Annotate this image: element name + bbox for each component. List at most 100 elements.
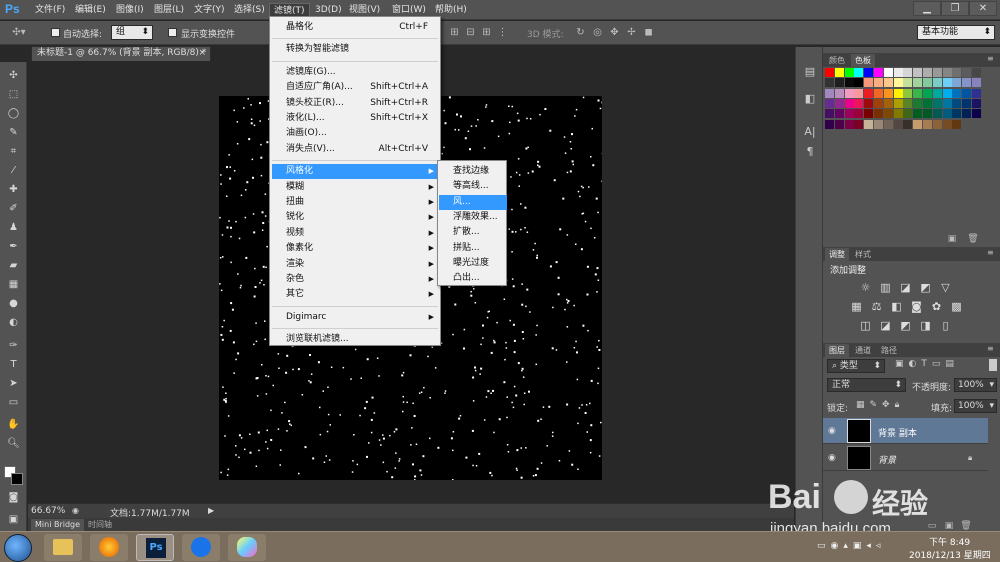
color-swatch[interactable]	[874, 119, 883, 129]
color-swatch[interactable]	[932, 78, 942, 88]
crop-tool-icon[interactable]: ⌗	[5, 144, 22, 159]
color-swatch[interactable]	[834, 78, 844, 88]
posterize-icon[interactable]: ◪	[879, 319, 892, 332]
color-swatch[interactable]	[923, 78, 932, 88]
black-white-icon[interactable]: ◧	[890, 300, 903, 313]
color-swatch[interactable]	[952, 78, 962, 88]
color-swatch[interactable]	[844, 68, 854, 77]
stylize-submenu-item[interactable]: 浮雕效果...	[439, 210, 507, 225]
taskbar-photoshop[interactable]: Ps	[136, 534, 174, 561]
color-swatch[interactable]	[834, 68, 844, 77]
restore-button[interactable]: ❐	[941, 1, 969, 16]
color-swatch[interactable]	[874, 88, 883, 98]
3d-scale-icon[interactable]: ◼	[643, 27, 654, 38]
color-swatch[interactable]	[874, 98, 883, 108]
color-swatch[interactable]	[903, 119, 913, 129]
color-swatch[interactable]	[952, 119, 962, 129]
marquee-tool-icon[interactable]: ⬚	[5, 87, 22, 102]
move-tool-preset-icon[interactable]: ✣▾	[8, 27, 30, 38]
layer-row-background-copy[interactable]: ◉ 背景 副本	[823, 418, 988, 444]
blur-tool-icon[interactable]: ●	[5, 296, 22, 311]
eraser-tool-icon[interactable]: ▰	[5, 258, 22, 273]
stylize-submenu-item[interactable]: 拼贴...	[439, 241, 507, 256]
filter-menu-item[interactable]: 晶格化 Ctrl+F	[272, 20, 438, 35]
menu-image[interactable]: 图像(I)	[112, 3, 148, 17]
hue-saturation-icon[interactable]: ▦	[850, 300, 863, 313]
screen-mode-icon[interactable]: ▣	[5, 512, 22, 527]
type-tool-icon[interactable]: T	[5, 357, 22, 372]
layer-filter-dropdown[interactable]: ⌕ 类型 ⬍	[827, 359, 885, 373]
stylize-submenu-item[interactable]: 等高线...	[439, 179, 507, 194]
color-balance-icon[interactable]: ⚖	[870, 300, 883, 313]
exposure-icon[interactable]: ◩	[919, 281, 932, 294]
align-icon[interactable]: ⊞	[449, 27, 460, 38]
color-swatch[interactable]	[844, 98, 854, 108]
color-swatch[interactable]	[952, 98, 962, 108]
healing-brush-tool-icon[interactable]: ✚	[5, 182, 22, 197]
pen-tool-icon[interactable]: ✑	[5, 338, 22, 353]
stylize-submenu-item[interactable]: 凸出...	[439, 271, 507, 286]
history-icon[interactable]: ▤	[802, 64, 818, 80]
color-swatch[interactable]	[825, 88, 834, 98]
tab-timeline[interactable]: 时间轴	[84, 519, 116, 531]
menu-view[interactable]: 视图(V)	[345, 3, 384, 17]
color-swatch[interactable]	[874, 68, 883, 77]
color-swatch[interactable]	[962, 109, 972, 119]
color-swatch[interactable]	[952, 68, 962, 77]
tab-adjustments[interactable]: 调整	[825, 248, 849, 261]
tab-paths[interactable]: 路径	[877, 344, 901, 357]
menu-edit[interactable]: 编辑(E)	[71, 3, 110, 17]
distribute-icon[interactable]: ⋮	[497, 27, 508, 38]
quick-select-tool-icon[interactable]: ✎	[5, 125, 22, 140]
color-swatch[interactable]	[883, 109, 893, 119]
zoom-level[interactable]: 66.67%	[31, 506, 65, 516]
color-swatch[interactable]	[962, 78, 972, 88]
start-button[interactable]	[4, 534, 32, 562]
panel-menu-icon[interactable]: ≡	[987, 54, 994, 63]
color-swatch[interactable]	[903, 98, 913, 108]
color-swatch[interactable]	[883, 88, 893, 98]
color-swatch[interactable]	[883, 98, 893, 108]
taskbar-paint[interactable]	[228, 534, 266, 561]
close-tab-icon[interactable]: ×	[198, 47, 206, 60]
workspace-dropdown[interactable]: 基本功能 ⬍	[917, 25, 995, 40]
color-swatch[interactable]	[972, 88, 981, 98]
move-tool-icon[interactable]: ✣	[5, 68, 22, 83]
filter-menu-item[interactable]: 液化(L)... Shift+Ctrl+X	[272, 111, 438, 126]
color-swatch[interactable]	[825, 68, 834, 77]
vibrance-icon[interactable]: ▽	[939, 281, 952, 294]
filter-menu-item[interactable]: 像素化 ▶	[272, 241, 438, 256]
color-swatch[interactable]	[893, 68, 903, 77]
color-swatch[interactable]	[932, 88, 942, 98]
color-swatch[interactable]	[942, 98, 952, 108]
threshold-icon[interactable]: ◩	[899, 319, 912, 332]
3d-roll-icon[interactable]: ◎	[592, 27, 603, 38]
layer-filter-icons[interactable]: ▣◐T▭▤	[895, 359, 959, 369]
filter-menu-item[interactable]: 模糊 ▶	[272, 180, 438, 195]
color-swatch[interactable]	[903, 88, 913, 98]
stylize-submenu-item[interactable]: 风...	[439, 194, 507, 210]
color-swatch[interactable]	[854, 78, 864, 88]
color-swatch[interactable]	[923, 109, 932, 119]
color-swatch[interactable]	[913, 98, 923, 108]
hand-tool-icon[interactable]: ✋	[5, 417, 22, 432]
dodge-tool-icon[interactable]: ◐	[5, 315, 22, 330]
color-swatch[interactable]	[923, 88, 932, 98]
color-swatch[interactable]	[913, 68, 923, 77]
color-swatch[interactable]	[874, 78, 883, 88]
3d-slide-icon[interactable]: ✢	[626, 27, 637, 38]
color-swatch[interactable]	[893, 109, 903, 119]
filter-menu-item[interactable]: 消失点(V)... Alt+Ctrl+V	[272, 142, 438, 157]
photo-filter-icon[interactable]: ◙	[910, 300, 923, 313]
color-swatch[interactable]	[923, 68, 932, 77]
filter-menu-item[interactable]: 浏览联机滤镜...	[272, 332, 438, 347]
status-info-icon[interactable]: ◉	[72, 506, 82, 516]
clone-stamp-tool-icon[interactable]: ♟	[5, 220, 22, 235]
channel-mixer-icon[interactable]: ✿	[930, 300, 943, 313]
color-swatch[interactable]	[962, 68, 972, 77]
menu-help[interactable]: 帮助(H)	[431, 3, 471, 17]
blend-mode-dropdown[interactable]: 正常 ⬍	[827, 378, 906, 392]
filter-menu-item[interactable]: 锐化 ▶	[272, 210, 438, 225]
color-swatch[interactable]	[834, 98, 844, 108]
color-swatch[interactable]	[874, 109, 883, 119]
